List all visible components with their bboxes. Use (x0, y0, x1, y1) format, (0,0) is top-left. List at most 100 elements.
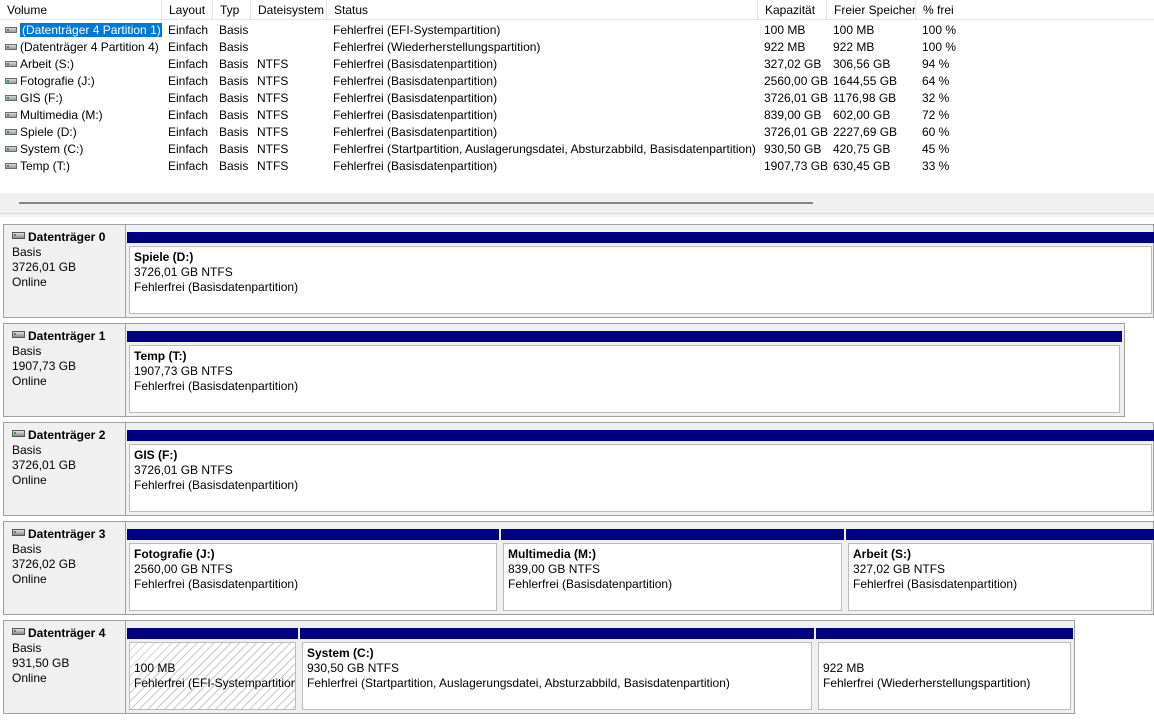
table-row[interactable]: (Datenträger 4 Partition 4) Einfach Basis F… (0, 39, 1154, 56)
partition-details[interactable]: Fotografie (J:) 2560,00 GB NTFS Fehlerfrei… (129, 543, 497, 611)
cell-kapazitaet: 922 MB (764, 40, 806, 54)
disk-type: Basis (12, 245, 42, 259)
cell-prozent-frei: 32 % (922, 91, 950, 105)
cell-prozent-frei: 33 % (922, 159, 950, 173)
table-row[interactable]: GIS (F:) Einfach Basis NTFS Fehlerfrei (Basi… (0, 90, 1154, 107)
partition-block[interactable]: 922 MB Fehlerfrei (Wiederherstellungspart… (815, 621, 1074, 713)
cell-status: Fehlerfrei (EFI-Systempartition) (333, 23, 501, 37)
cell-typ: Basis (219, 125, 249, 139)
cell-typ: Basis (219, 23, 249, 37)
partition-details[interactable]: GIS (F:) 3726,01 GB NTFS Fehlerfrei (Basis… (129, 444, 1152, 512)
table-row[interactable]: Temp (T:) Einfach Basis NTFS Fehlerfrei (Bas… (0, 158, 1154, 175)
column-header-layout[interactable]: Layout (162, 0, 213, 20)
partition-status: Fehlerfrei (EFI-Systempartition) (134, 676, 296, 690)
partition-block[interactable]: System (C:) 930,50 GB NTFS Fehlerfrei (Sta… (299, 621, 815, 713)
column-header-kapazitaet[interactable]: Kapazität (758, 0, 827, 20)
disk-name: Datenträger 2 (28, 428, 106, 442)
volume-list[interactable]: Volume Layout Typ Dateisystem Status Kap… (0, 0, 1154, 193)
partition-details[interactable]: Temp (T:) 1907,73 GB NTFS Fehlerfrei (Basi… (129, 345, 1120, 413)
partition-details[interactable]: System (C:) 930,50 GB NTFS Fehlerfrei (Sta… (302, 642, 812, 710)
cell-kapazitaet: 3726,01 GB (764, 91, 829, 105)
cell-layout: Einfach (168, 159, 209, 173)
disk-label[interactable]: Datenträger 0 Basis 3726,01 GB Online (3, 224, 125, 318)
cell-freier-speicher: 306,56 GB (833, 57, 891, 71)
table-row[interactable]: (Datenträger 4 Partition 1) Einfach Basis F… (0, 22, 1154, 39)
cell-layout: Einfach (168, 125, 209, 139)
cell-typ: Basis (219, 57, 249, 71)
disk-label[interactable]: Datenträger 4 Basis 931,50 GB Online (3, 620, 125, 714)
volume-name: (Datenträger 4 Partition 4) (20, 40, 159, 54)
partition-size: 327,02 GB NTFS (853, 562, 946, 576)
cell-volume: Spiele (D:) (5, 124, 162, 141)
cell-layout: Einfach (168, 108, 209, 122)
volume-name: GIS (F:) (20, 91, 63, 105)
disk-row: Datenträger 3 Basis 3726,02 GB Online Fotogr… (0, 521, 1154, 615)
column-header-freier-speicher[interactable]: Freier Speicher (827, 0, 916, 20)
cell-typ: Basis (219, 74, 249, 88)
partition-block[interactable]: Arbeit (S:) 327,02 GB NTFS Fehlerfrei (Bas… (845, 522, 1154, 614)
partition-bar (846, 529, 1154, 540)
disk-row: Datenträger 1 Basis 1907,73 GB Online Temp (… (0, 323, 1154, 417)
cell-layout: Einfach (168, 57, 209, 71)
cell-dateisystem (257, 39, 329, 56)
partition-details[interactable]: 922 MB Fehlerfrei (Wiederherstellungspart… (818, 642, 1071, 710)
disk-label[interactable]: Datenträger 3 Basis 3726,02 GB Online (3, 521, 125, 615)
column-header-prozent-frei[interactable]: % frei (916, 0, 1154, 20)
cell-typ: Basis (219, 108, 249, 122)
disk-label[interactable]: Datenträger 2 Basis 3726,01 GB Online (3, 422, 125, 516)
partition-bar (127, 430, 1154, 441)
table-row[interactable]: Arbeit (S:) Einfach Basis NTFS Fehlerfrei (B… (0, 56, 1154, 73)
partition-details[interactable]: 100 MB Fehlerfrei (EFI-Systempartition) (129, 642, 296, 710)
partition-block[interactable]: GIS (F:) 3726,01 GB NTFS Fehlerfrei (Basis… (126, 423, 1154, 515)
cell-volume: GIS (F:) (5, 90, 162, 107)
scrollbar-thumb[interactable] (19, 202, 813, 204)
cell-volume: Multimedia (M:) (5, 107, 162, 124)
volume-name: System (C:) (20, 142, 84, 156)
cell-dateisystem: NTFS (257, 159, 289, 173)
partition-details[interactable]: Multimedia (M:) 839,00 GB NTFS Fehlerfrei … (503, 543, 842, 611)
cell-kapazitaet: 100 MB (764, 23, 806, 37)
partition-bar (127, 331, 1122, 342)
partition-status: Fehlerfrei (Basisdatenpartition) (134, 577, 299, 591)
volume-icon (5, 145, 17, 152)
partition-block[interactable]: Spiele (D:) 3726,01 GB NTFS Fehlerfrei (Ba… (126, 225, 1154, 317)
cell-status: Fehlerfrei (Basisdatenpartition) (333, 74, 498, 88)
cell-kapazitaet: 1907,73 GB (764, 159, 829, 173)
partition-size: 1907,73 GB NTFS (134, 364, 233, 378)
disk-state: Online (12, 572, 47, 586)
partition-block[interactable]: Multimedia (M:) 839,00 GB NTFS Fehlerfrei … (500, 522, 845, 614)
table-row[interactable]: Multimedia (M:) Einfach Basis NTFS Fehlerfre… (0, 107, 1154, 124)
cell-status: Fehlerfrei (Basisdatenpartition) (333, 57, 498, 71)
cell-dateisystem (257, 22, 329, 39)
cell-freier-speicher: 2227,69 GB (833, 125, 898, 139)
cell-layout: Einfach (168, 142, 209, 156)
cell-prozent-frei: 72 % (922, 108, 950, 122)
column-header-typ[interactable]: Typ (213, 0, 251, 20)
partition-details[interactable]: Spiele (D:) 3726,01 GB NTFS Fehlerfrei (Ba… (129, 246, 1152, 314)
partition-bar (127, 529, 499, 540)
cell-freier-speicher: 100 MB (833, 23, 875, 37)
partition-status: Fehlerfrei (Startpartition, Auslagerungs… (307, 676, 730, 690)
partition-bar (501, 529, 844, 540)
column-header-dateisystem[interactable]: Dateisystem (251, 0, 327, 20)
cell-dateisystem: NTFS (257, 125, 289, 139)
cell-dateisystem: NTFS (257, 108, 289, 122)
cell-volume: Temp (T:) (5, 158, 162, 175)
table-row[interactable]: Spiele (D:) Einfach Basis NTFS Fehlerfrei (B… (0, 124, 1154, 141)
partition-block[interactable]: Fotografie (J:) 2560,00 GB NTFS Fehlerfrei… (126, 522, 500, 614)
cell-prozent-frei: 100 % (922, 23, 957, 37)
partition-block[interactable]: Temp (T:) 1907,73 GB NTFS Fehlerfrei (Basi… (126, 324, 1123, 416)
partition-details[interactable]: Arbeit (S:) 327,02 GB NTFS Fehlerfrei (Bas… (848, 543, 1152, 611)
cell-prozent-frei: 100 % (922, 40, 957, 54)
cell-freier-speicher: 420,75 GB (833, 142, 891, 156)
disk-label[interactable]: Datenträger 1 Basis 1907,73 GB Online (3, 323, 125, 417)
cell-freier-speicher: 1644,55 GB (833, 74, 898, 88)
cell-layout: Einfach (168, 74, 209, 88)
disk-partition-area: Spiele (D:) 3726,01 GB NTFS Fehlerfrei (Ba… (125, 224, 1154, 318)
table-row[interactable]: System (C:) Einfach Basis NTFS Fehlerfrei (S… (0, 141, 1154, 158)
partition-block[interactable]: 100 MB Fehlerfrei (EFI-Systempartition) (126, 621, 299, 713)
column-header-volume[interactable]: Volume (0, 0, 162, 20)
column-header-status[interactable]: Status (327, 0, 758, 20)
volume-icon (5, 26, 17, 33)
table-row[interactable]: Fotografie (J:) Einfach Basis NTFS Fehlerfre… (0, 73, 1154, 90)
